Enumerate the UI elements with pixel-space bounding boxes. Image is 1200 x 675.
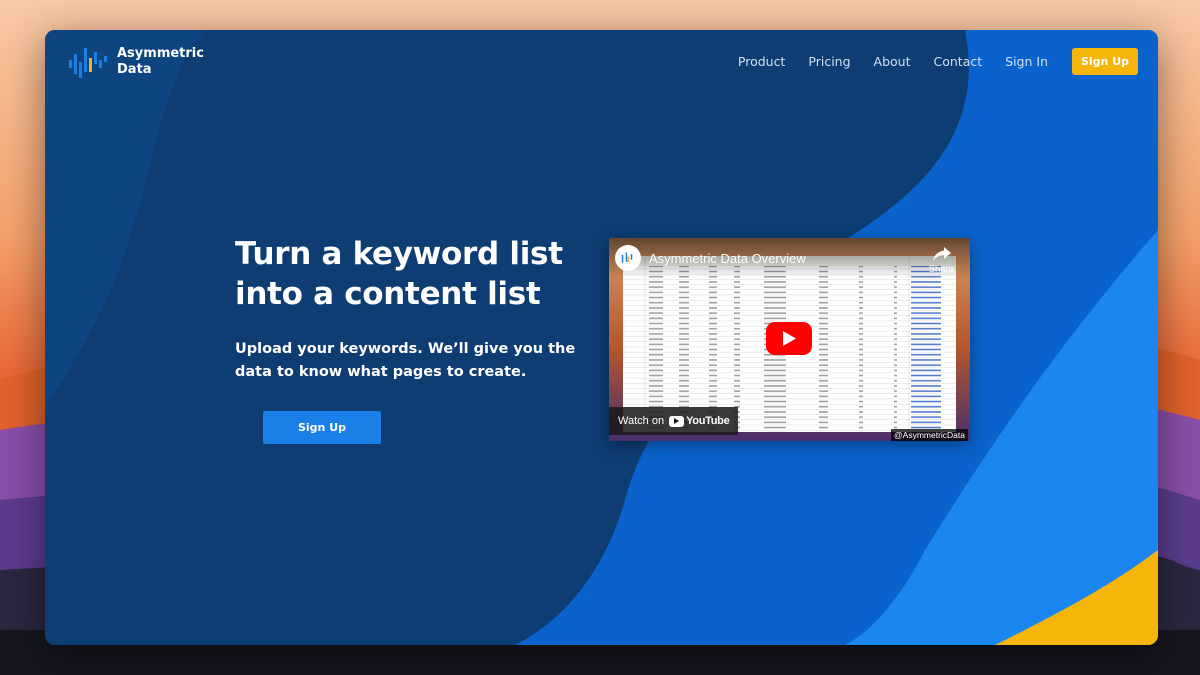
nav-contact-link[interactable]: Contact — [934, 54, 983, 69]
nav-about-link[interactable]: About — [874, 54, 911, 69]
hero-sign-up-button[interactable]: Sign Up — [263, 411, 381, 444]
watch-on-youtube-button[interactable]: Watch on YouTube — [609, 407, 739, 435]
top-nav: Product Pricing About Contact Sign In Si… — [715, 48, 1138, 75]
share-arrow-icon[interactable] — [932, 246, 952, 262]
hero-background-waves — [45, 30, 1158, 645]
play-button[interactable] — [766, 322, 812, 355]
video-title[interactable]: Asymmetric Data Overview — [649, 251, 806, 266]
watch-on-label: Watch on — [618, 415, 665, 427]
youtube-wordmark: YouTube — [686, 415, 730, 427]
share-label[interactable]: Share — [929, 264, 954, 275]
channel-avatar[interactable] — [615, 245, 641, 271]
brand-name-line2: Data — [117, 62, 152, 77]
play-icon — [783, 331, 796, 346]
brand-name-line1: Asymmetric — [117, 46, 204, 61]
waveform-bars-icon — [621, 252, 633, 263]
nav-pricing-link[interactable]: Pricing — [808, 54, 850, 69]
hero-subtitle: Upload your keywords. We’ll give you the… — [235, 341, 576, 380]
nav-product-link[interactable]: Product — [738, 54, 785, 69]
nav-sign-in-link[interactable]: Sign In — [1005, 54, 1048, 69]
hero-title: Turn a keyword list into a content list — [235, 236, 563, 312]
waveform-bars-icon — [69, 48, 107, 78]
youtube-play-icon — [669, 415, 685, 427]
youtube-logo: YouTube — [669, 415, 730, 427]
nav-sign-up-button[interactable]: Sign Up — [1072, 48, 1138, 75]
browser-window: Asymmetric Data Product Pricing About Co… — [45, 30, 1158, 645]
youtube-video-embed[interactable]: Asymmetric Data Overview Share Watch on … — [609, 238, 970, 441]
channel-watermark[interactable]: @AsymmetricData — [891, 429, 968, 441]
brand-logo[interactable]: Asymmetric Data — [67, 42, 217, 82]
